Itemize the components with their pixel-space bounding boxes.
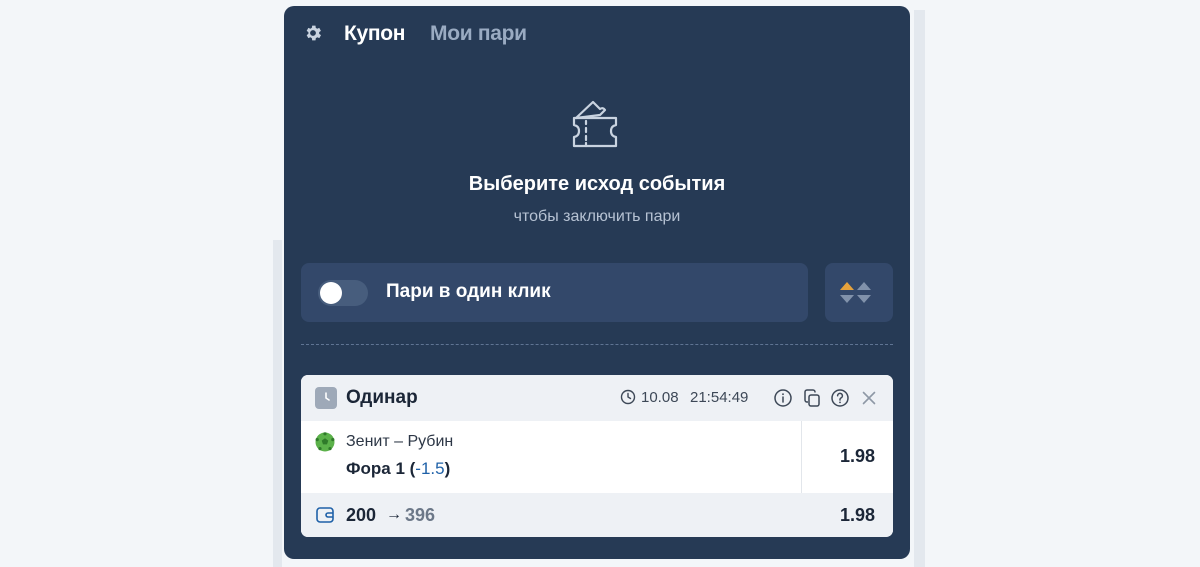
one-click-toggle[interactable] [318,280,368,306]
one-click-label: Пари в один клик [386,281,551,302]
market-prefix: Фора 1 ( [346,459,416,478]
help-icon[interactable] [830,388,850,408]
bet-type-label: Одинар [346,387,418,408]
tab-coupon[interactable]: Купон [344,22,406,46]
odds-divider [801,421,802,493]
bet-selection[interactable]: Зенит – Рубин Фора 1 (-1.5) 1.98 [301,421,893,493]
info-icon[interactable] [773,388,793,408]
handicap-value: -1.5 [415,459,445,478]
potential-payout: 396 [405,505,436,525]
divider [301,344,893,345]
empty-state-title: Выберите исход события [468,173,726,195]
copy-icon[interactable] [802,388,822,408]
market-name: Фора 1 (-1.5) [346,459,450,479]
arrow-right-icon: → [386,506,402,523]
wallet-icon [316,507,334,523]
toggle-knob [320,282,342,304]
bet-card-header: Одинар 10.08 21:54:49 [301,375,893,421]
close-icon[interactable] [859,388,879,408]
right-scrollbar-track[interactable] [914,10,925,567]
one-click-bet-row[interactable]: Пари в один клик [301,263,808,322]
coupon-panel: Купон Мои пари Выберите исход события чт… [284,6,910,559]
gear-icon[interactable] [303,23,323,43]
clock-icon [620,389,636,405]
coupon-header: Купон Мои пари [284,6,910,61]
ticket-icon [566,94,626,154]
stake-amount[interactable]: 200 [346,505,376,526]
empty-state-subtitle: чтобы заключить пари [513,208,681,225]
bet-time: 21:54:49 [690,389,749,406]
left-edge-strip [273,240,282,567]
match-name: Зенит – Рубин [346,433,454,450]
total-odds: 1.98 [839,505,875,525]
sort-button[interactable] [825,263,893,322]
football-icon [315,432,335,452]
clock-icon [315,387,337,409]
sort-arrows-icon [840,282,871,303]
tab-my-bets[interactable]: Мои пари [430,22,527,46]
bet-stake-row: 200 → 396 1.98 [301,493,893,537]
bet-card: Одинар 10.08 21:54:49 Зенит – Рубин Фора… [301,375,893,537]
market-suffix: ) [444,459,451,478]
bet-date: 10.08 [641,389,679,406]
selection-odds: 1.98 [839,446,875,466]
